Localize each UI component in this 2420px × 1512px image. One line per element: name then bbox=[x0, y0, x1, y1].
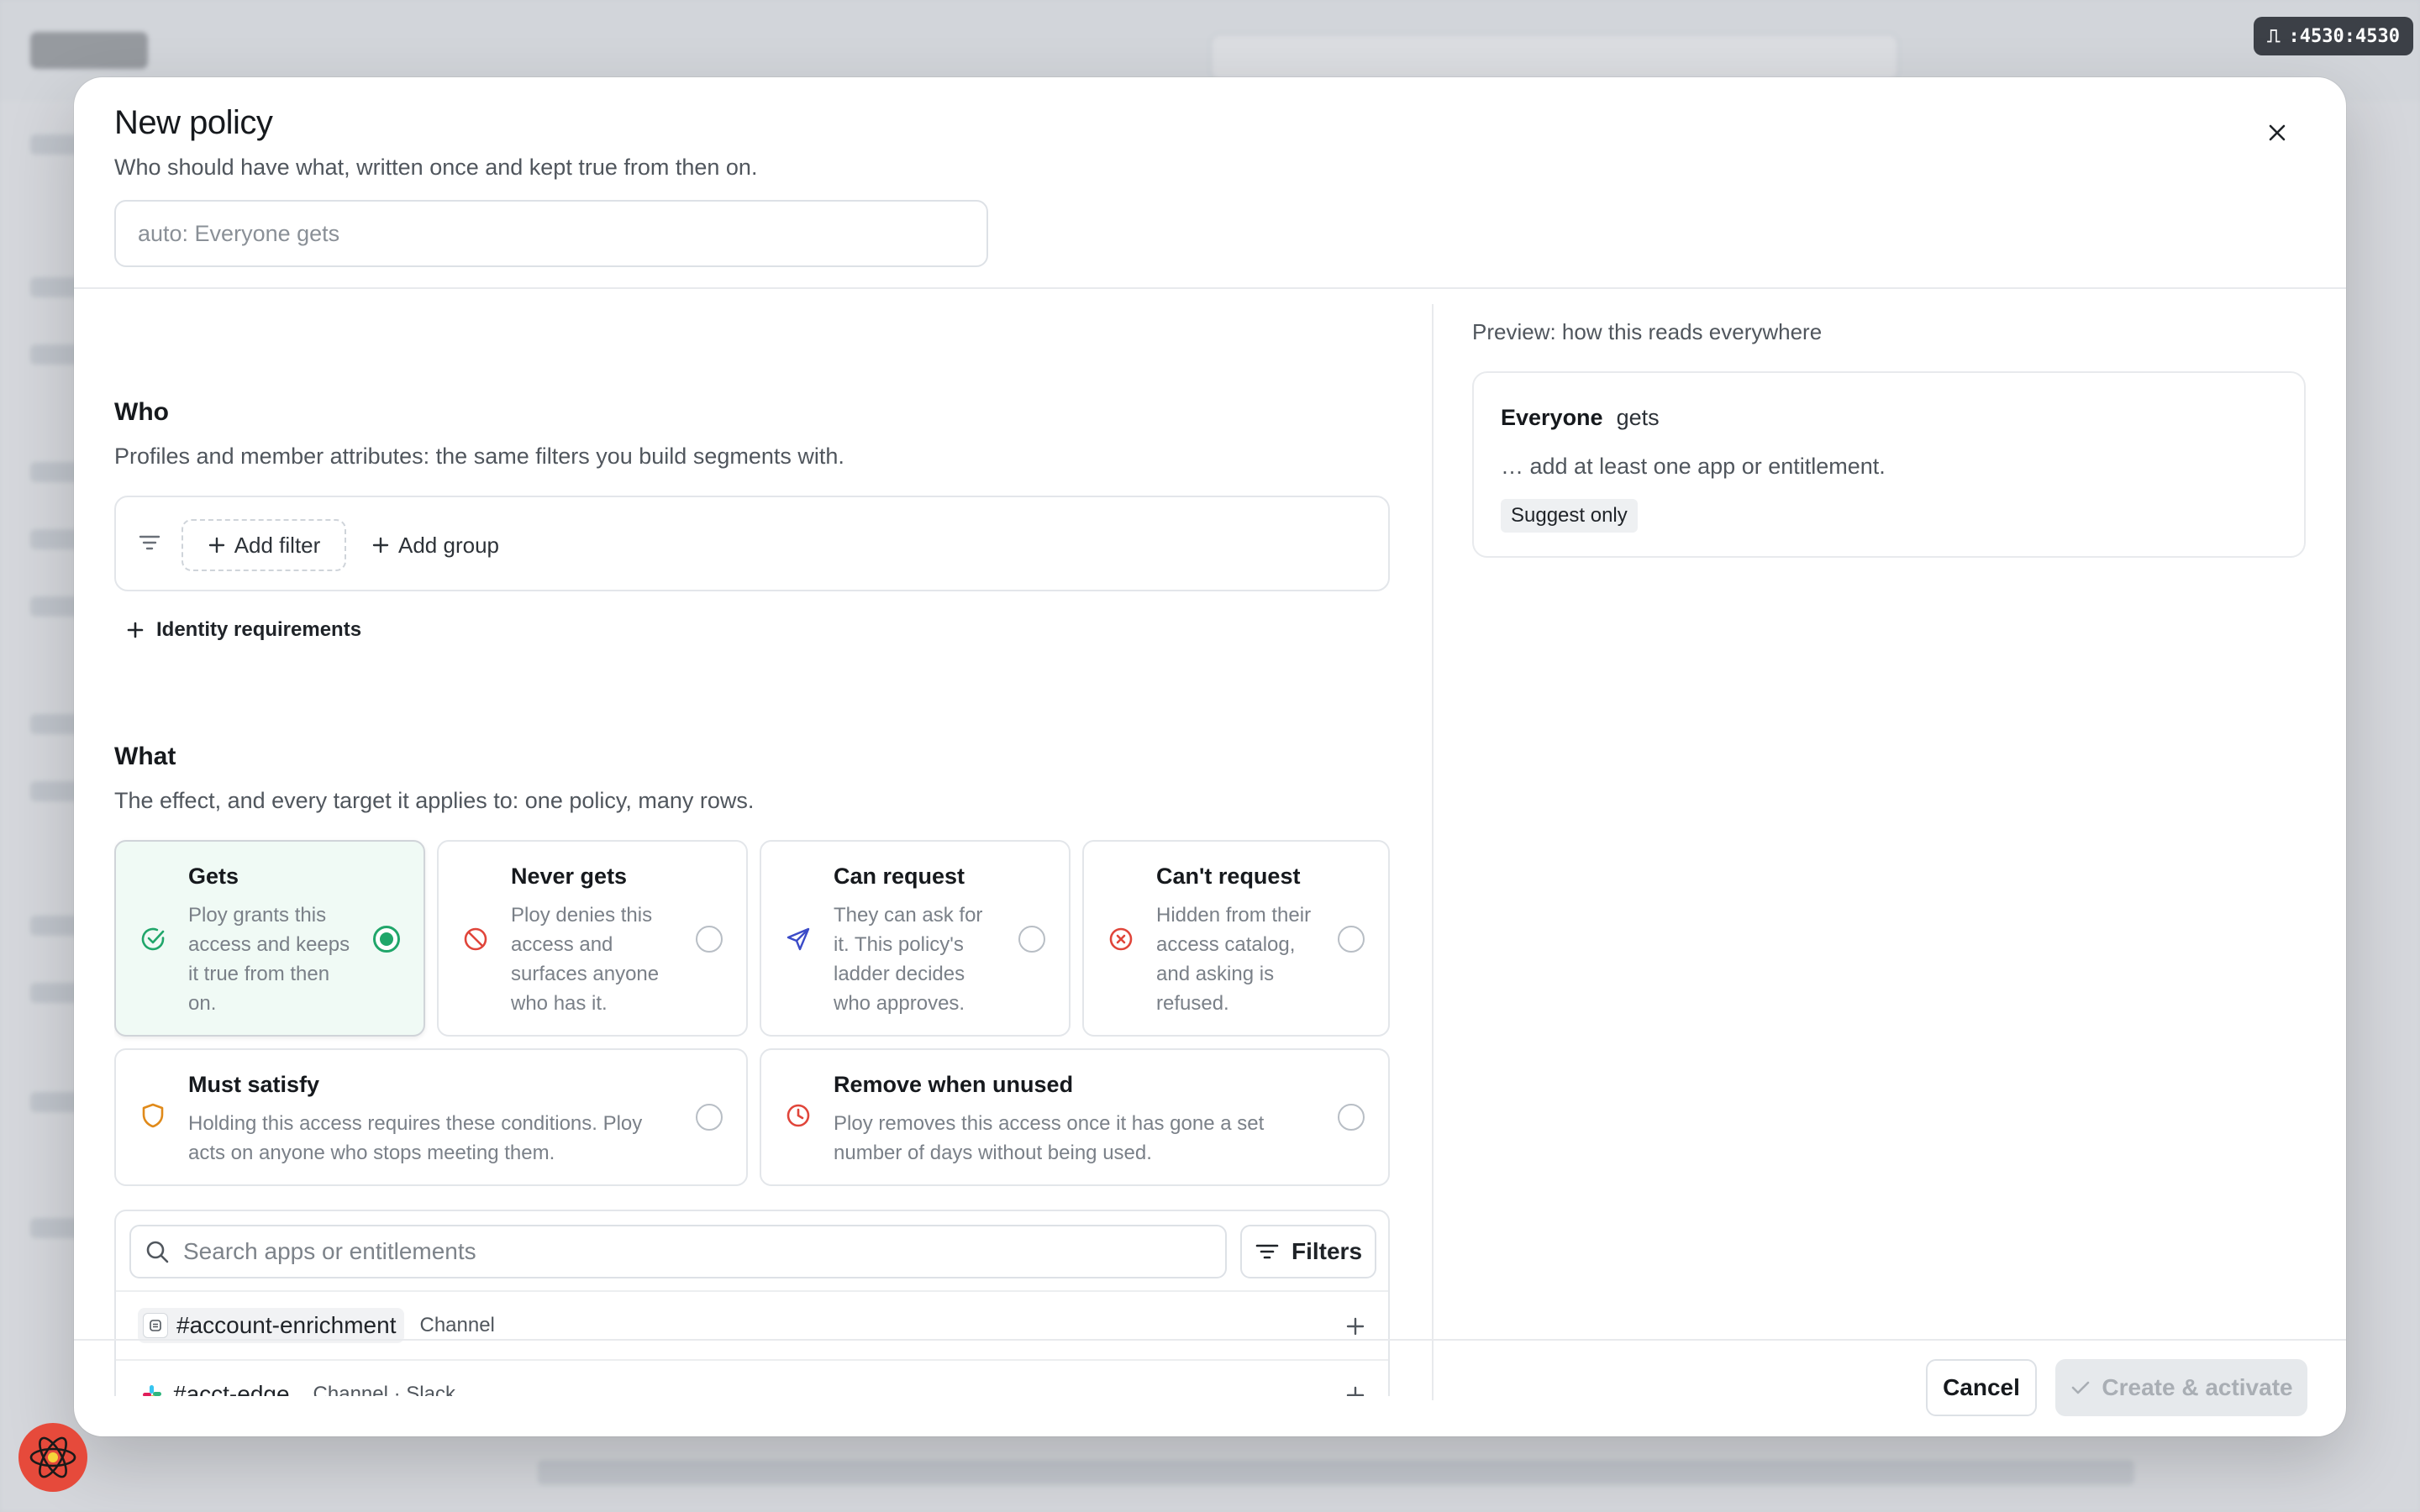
port-label: :4530:4530 bbox=[2288, 25, 2400, 47]
search-icon bbox=[146, 1241, 169, 1263]
plus-icon bbox=[1346, 1317, 1365, 1336]
what-section-title: What bbox=[114, 743, 176, 770]
effect-radio-selected[interactable] bbox=[373, 926, 400, 953]
footer-divider bbox=[74, 1339, 2346, 1341]
add-target-button[interactable] bbox=[1339, 1310, 1371, 1342]
effect-title: Can request bbox=[834, 864, 965, 889]
what-section-description: The effect, and every target it applies … bbox=[114, 788, 755, 813]
column-divider bbox=[1432, 304, 1434, 1400]
target-search-field[interactable] bbox=[129, 1225, 1227, 1278]
port-icon: ⎍ bbox=[2267, 25, 2281, 47]
effect-title: Never gets bbox=[511, 864, 628, 889]
plus-icon bbox=[372, 537, 389, 554]
effect-card-cant-request[interactable]: Can't request Hidden from their access ca… bbox=[1082, 840, 1390, 1037]
effect-radio[interactable] bbox=[1338, 926, 1365, 953]
effect-description: Ploy grants this access and keeps it true … bbox=[188, 904, 350, 1015]
effect-card-gets[interactable]: Gets Ploy grants this access and keeps it … bbox=[114, 840, 425, 1037]
add-group-label: Add group bbox=[398, 532, 499, 558]
effect-title: Remove when unused bbox=[834, 1072, 1074, 1097]
effect-description: Ploy removes this access once it has gon… bbox=[834, 1112, 1265, 1164]
identity-requirements-button[interactable]: Identity requirements bbox=[126, 613, 361, 647]
target-picker: Filters #account-enrichment Channel bbox=[114, 1210, 1390, 1396]
effect-card-must-satisfy[interactable]: Must satisfy Holding this access require… bbox=[114, 1048, 748, 1186]
effect-card-can-request[interactable]: Can request They can ask for it. This pol… bbox=[760, 840, 1071, 1037]
effect-radio[interactable] bbox=[696, 1104, 723, 1131]
check-icon bbox=[2072, 1381, 2090, 1394]
channel-icon bbox=[143, 1313, 168, 1338]
plus-icon bbox=[127, 622, 144, 638]
effect-description: Ploy denies this access and surfaces anyon… bbox=[511, 904, 660, 1015]
result-name: #acct-edge bbox=[173, 1381, 290, 1396]
add-filter-button[interactable]: Add filter bbox=[182, 519, 346, 571]
preview-mode-badge: Suggest only bbox=[1501, 499, 1638, 533]
x-circle-icon bbox=[1109, 927, 1133, 951]
preview-card: Everyone gets … add at least one app or … bbox=[1472, 371, 2306, 558]
slack-icon bbox=[139, 1382, 165, 1396]
clock-icon bbox=[786, 1104, 810, 1127]
target-result-row[interactable]: #account-enrichment Channel bbox=[116, 1290, 1388, 1359]
create-label: Create & activate bbox=[2102, 1374, 2293, 1400]
cancel-button[interactable]: Cancel bbox=[1926, 1359, 2037, 1416]
preview-hint: … add at least one app or entitlement. bbox=[1501, 454, 1886, 479]
plus-icon bbox=[208, 537, 224, 554]
filters-button[interactable]: Filters bbox=[1240, 1225, 1376, 1278]
identity-requirements-label: Identity requirements bbox=[156, 618, 362, 641]
add-target-button[interactable] bbox=[1339, 1379, 1371, 1396]
add-filter-label: Add filter bbox=[234, 532, 321, 558]
effect-card-never-gets[interactable]: Never gets Ploy denies this access and sur… bbox=[437, 840, 748, 1037]
effect-title: Gets bbox=[188, 864, 239, 889]
preview-effect: gets bbox=[1616, 405, 1660, 430]
effect-radio[interactable] bbox=[696, 926, 723, 953]
preview-who: Everyone bbox=[1501, 405, 1603, 430]
target-search-input[interactable] bbox=[183, 1238, 1192, 1265]
close-icon bbox=[2269, 124, 2286, 141]
who-section-description: Profiles and member attributes: the same… bbox=[114, 444, 844, 469]
devtools-toggle-button[interactable] bbox=[18, 1423, 87, 1492]
effect-title: Can't request bbox=[1156, 864, 1301, 889]
who-filter-builder: Add filter Add group bbox=[114, 496, 1390, 591]
policy-name-input[interactable] bbox=[114, 200, 988, 267]
port-badge: ⎍ :4530:4530 bbox=[2254, 17, 2413, 55]
dialog-title: New policy bbox=[114, 104, 273, 141]
react-logo-icon bbox=[29, 1436, 76, 1478]
effect-radio[interactable] bbox=[1338, 1104, 1365, 1131]
close-button[interactable] bbox=[2259, 114, 2296, 151]
policy-form: Who Profiles and member attributes: the … bbox=[114, 289, 1392, 1396]
plus-icon bbox=[1346, 1386, 1365, 1396]
ban-icon bbox=[464, 927, 487, 951]
send-icon bbox=[786, 927, 810, 951]
result-name: #account-enrichment bbox=[176, 1312, 397, 1338]
effect-radio[interactable] bbox=[1018, 926, 1045, 953]
preview-label: Preview: how this reads everywhere bbox=[1472, 319, 1823, 344]
filter-lines-icon bbox=[1255, 1244, 1279, 1259]
shield-icon bbox=[142, 1103, 164, 1128]
effect-title: Must satisfy bbox=[188, 1072, 320, 1097]
effect-card-remove-when-unused[interactable]: Remove when unused Ploy removes this acc… bbox=[760, 1048, 1390, 1186]
add-group-button[interactable]: Add group bbox=[371, 519, 499, 571]
who-section-title: Who bbox=[114, 398, 169, 426]
result-chip: #acct-edge bbox=[138, 1377, 298, 1396]
filter-lines-icon bbox=[139, 535, 160, 550]
new-policy-dialog: New policy Who should have what, written… bbox=[74, 77, 2346, 1436]
effect-description: Hidden from their access catalog, and aski… bbox=[1156, 904, 1312, 1015]
dialog-subtitle: Who should have what, written once and k… bbox=[114, 155, 758, 180]
result-chip: #account-enrichment bbox=[138, 1308, 405, 1343]
result-meta: Channel · Slack bbox=[313, 1383, 455, 1396]
effect-description: Holding this access requires these condi… bbox=[188, 1112, 643, 1164]
effect-description: They can ask for it. This policy's ladder … bbox=[834, 904, 983, 1015]
target-result-row[interactable]: #acct-edge Channel · Slack bbox=[116, 1359, 1388, 1396]
check-circle-icon bbox=[141, 927, 165, 951]
filters-label: Filters bbox=[1291, 1238, 1363, 1264]
result-meta: Channel bbox=[419, 1314, 495, 1336]
create-and-activate-button[interactable]: Create & activate bbox=[2055, 1359, 2307, 1416]
preview-sentence: Everyone gets bbox=[1501, 405, 1660, 431]
